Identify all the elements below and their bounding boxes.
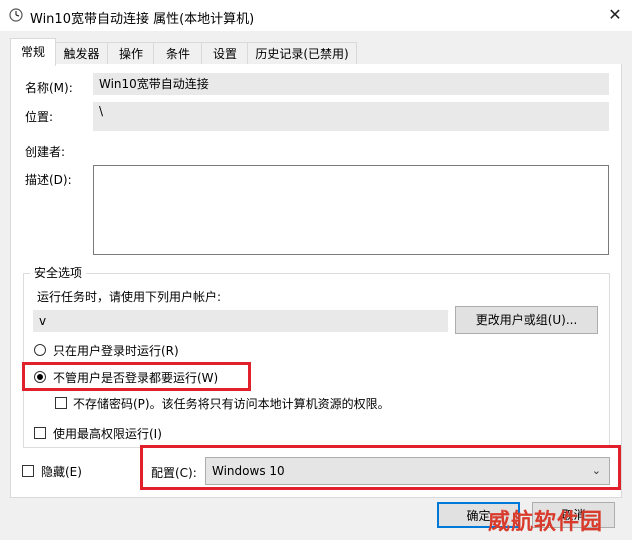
run-whether-logged-on-radio[interactable] [34, 371, 46, 383]
window-title: Win10宽带自动连接 属性(本地计算机) [30, 12, 255, 27]
description-label: 描述(D): [25, 173, 72, 187]
security-options-title: 安全选项 [30, 264, 87, 281]
configure-select-value: Windows 10 [212, 464, 285, 478]
hidden-label[interactable]: 隐藏(E) [41, 463, 82, 480]
watermark-logo: 威航软件园 [488, 510, 604, 535]
chevron-down-icon: ⌄ [591, 464, 601, 477]
no-store-password-checkbox[interactable] [55, 397, 67, 409]
tab-history[interactable]: 历史记录(已禁用) [247, 42, 357, 65]
tab-settings[interactable]: 设置 [201, 42, 249, 65]
highest-privileges-checkbox[interactable] [34, 427, 46, 439]
tab-general[interactable]: 常规 [10, 38, 56, 66]
hidden-checkbox[interactable] [22, 465, 34, 477]
description-textarea[interactable] [93, 165, 609, 255]
no-store-password-label[interactable]: 不存储密码(P)。该任务将只有访问本地计算机资源的权限。 [73, 395, 390, 412]
tab-actions[interactable]: 操作 [107, 42, 155, 65]
run-logged-on-label[interactable]: 只在用户登录时运行(R) [53, 342, 179, 359]
run-whether-logged-on-label[interactable]: 不管用户是否登录都要运行(W) [53, 369, 218, 386]
configure-select[interactable]: Windows 10 ⌄ [205, 457, 610, 485]
user-account-field: v [33, 310, 448, 332]
tab-conditions[interactable]: 条件 [153, 42, 203, 65]
name-label: 名称(M): [25, 81, 73, 95]
highest-privileges-label[interactable]: 使用最高权限运行(I) [53, 425, 162, 442]
run-as-label: 运行任务时，请使用下列用户帐户: [37, 290, 222, 304]
task-scheduler-icon [9, 8, 23, 22]
location-label: 位置: [25, 110, 54, 124]
location-field: \ [93, 102, 609, 131]
name-field[interactable]: Win10宽带自动连接 [93, 73, 609, 95]
tab-triggers[interactable]: 触发器 [54, 42, 109, 65]
change-user-button[interactable]: 更改用户或组(U)... [455, 306, 598, 334]
run-logged-on-radio[interactable] [34, 344, 46, 356]
configure-label: 配置(C): [151, 466, 197, 480]
author-label: 创建者: [25, 145, 66, 159]
close-icon[interactable]: ✕ [602, 4, 628, 26]
